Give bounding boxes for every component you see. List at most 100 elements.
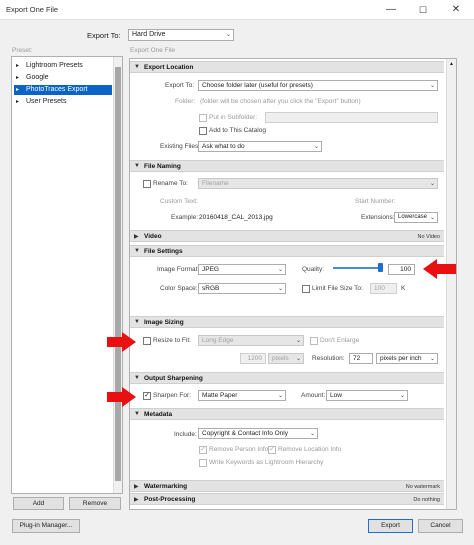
subfolder-checkbox[interactable] (199, 114, 207, 122)
minimize-icon[interactable]: — (380, 2, 402, 18)
preset-scrollbar[interactable] (113, 57, 122, 493)
top-export-to-label: Export To: (87, 31, 121, 40)
quality-input[interactable]: 100 (388, 264, 415, 275)
existing-files-label: Existing Files: (160, 143, 201, 150)
limit-size-input[interactable]: 100 (370, 283, 397, 294)
window-title: Export One File (6, 5, 59, 14)
section-file-naming[interactable]: ▼ File Naming (130, 160, 444, 172)
plugin-manager-button[interactable]: Plug-in Manager... (12, 519, 80, 533)
resize-arrow-shaft (107, 337, 123, 347)
section-video[interactable]: ▶ Video No Video (130, 230, 444, 242)
chevron-down-icon: ⌄ (399, 393, 405, 399)
add-preset-button[interactable]: Add (13, 497, 64, 510)
section-title: Export Location (144, 64, 194, 71)
amount-select[interactable]: Low ⌄ (326, 390, 408, 401)
quality-slider-fill (333, 267, 381, 269)
size-unit-value: pixels (272, 355, 289, 362)
resize-arrow-head (122, 332, 136, 352)
example-value: 20160418_CAL_2013.jpg (199, 214, 273, 221)
cancel-button[interactable]: Cancel (418, 519, 463, 533)
chevron-down-icon: ⌄ (295, 356, 301, 362)
section-output-sharpening[interactable]: ▼ Output Sharpening (130, 372, 444, 384)
section-metadata[interactable]: ▼ Metadata (130, 408, 444, 420)
top-export-to-select[interactable]: Hard Drive ⌄ (128, 29, 234, 41)
scrollbar-thumb[interactable] (115, 67, 121, 481)
resize-checkbox[interactable] (143, 337, 151, 345)
preset-item-google[interactable]: ▸ Google (14, 73, 112, 83)
settings-scrollbar[interactable]: ▲ (446, 59, 456, 509)
limit-size-unit: K (401, 285, 406, 292)
size-unit-select[interactable]: pixels ⌄ (268, 353, 304, 364)
preset-list: ▸ Lightroom Presets ▸ Google ▸ PhotoTraces … (11, 56, 123, 494)
write-keywords-checkbox[interactable] (199, 459, 207, 467)
resolution-unit-select[interactable]: pixels per inch ⌄ (376, 353, 438, 364)
image-format-select[interactable]: JPEG ⌄ (198, 264, 286, 275)
close-icon[interactable]: ✕ (445, 2, 467, 18)
section-export-location[interactable]: ▼ Export Location (130, 61, 444, 73)
folder-value: (folder will be chosen after you click t… (200, 98, 361, 105)
section-image-sizing[interactable]: ▼ Image Sizing (130, 316, 444, 328)
add-catalog-checkbox[interactable] (199, 127, 207, 135)
section-title: Watermarking (144, 483, 188, 490)
section-watermarking[interactable]: ▶ Watermarking No watermark (130, 480, 444, 492)
extensions-select[interactable]: Lowercase ⌄ (394, 212, 438, 223)
export-to-select[interactable]: Choose folder later (useful for presets)… (198, 80, 438, 91)
expand-icon: ▶ (134, 234, 139, 240)
preset-item-label: Lightroom Presets (26, 62, 83, 69)
preset-item-user[interactable]: ▸ User Presets (14, 97, 112, 107)
sharpen-arrow-head (122, 387, 136, 407)
sharpen-checkbox[interactable]: ✓ (143, 392, 151, 400)
collapse-icon: ▼ (134, 375, 140, 381)
sharpen-arrow-shaft (107, 392, 123, 402)
section-summary: No watermark (405, 483, 440, 490)
image-format-value: JPEG (202, 266, 219, 273)
sharpen-select[interactable]: Matte Paper ⌄ (198, 390, 286, 401)
remove-person-checkbox[interactable]: ✓ (199, 446, 207, 454)
chevron-down-icon: ⌄ (225, 32, 231, 38)
section-title: File Settings (144, 248, 183, 255)
resolution-input[interactable]: 72 (349, 353, 373, 364)
title-bar: Export One File — ☐ ✕ (0, 0, 474, 20)
rename-label: Rename To: (153, 180, 188, 187)
resize-label: Resize to Fit: (153, 337, 191, 344)
existing-files-select[interactable]: Ask what to do ⌄ (198, 141, 322, 152)
remove-preset-button[interactable]: Remove (69, 497, 121, 510)
scroll-up-icon[interactable]: ▲ (449, 61, 455, 67)
write-keywords-label: Write Keywords as Lightroom Hierarchy (209, 459, 324, 466)
resize-select[interactable]: Long Edge ⌄ (198, 335, 304, 346)
include-select[interactable]: Copyright & Contact Info Only ⌄ (198, 428, 318, 439)
chevron-down-icon: ⌄ (429, 83, 435, 89)
expand-icon: ▶ (134, 484, 139, 490)
collapse-icon: ▼ (134, 319, 140, 325)
section-file-settings[interactable]: ▼ File Settings (130, 245, 444, 257)
limit-size-checkbox[interactable] (302, 285, 310, 293)
chevron-down-icon: ⌄ (277, 393, 283, 399)
amount-label: Amount: (301, 392, 326, 399)
quality-slider-track[interactable] (333, 267, 381, 269)
size-input[interactable]: 1200 (240, 353, 266, 364)
expand-icon: ▸ (16, 87, 20, 93)
dont-enlarge-checkbox[interactable] (310, 337, 318, 345)
export-button[interactable]: Export (368, 519, 413, 533)
quality-arrow-head (423, 259, 437, 279)
rename-select[interactable]: Filename ⌄ (198, 178, 438, 189)
sharpen-label: Sharpen For: (153, 392, 191, 399)
quality-slider-thumb[interactable] (378, 263, 383, 272)
color-space-select[interactable]: sRGB ⌄ (198, 283, 286, 294)
include-value: Copyright & Contact Info Only (202, 430, 288, 437)
preset-item-phototraces[interactable]: ▸ PhotoTraces Export (14, 85, 112, 95)
chevron-down-icon: ⌄ (277, 267, 283, 273)
remove-location-checkbox[interactable]: ✓ (268, 446, 276, 454)
collapse-icon: ▼ (134, 64, 140, 70)
settings-panel (129, 58, 457, 510)
remove-location-label: Remove Location Info (278, 446, 342, 453)
subfolder-input[interactable] (265, 112, 438, 123)
section-post-processing[interactable]: ▶ Post-Processing Do nothing (130, 493, 444, 505)
existing-files-value: Ask what to do (202, 143, 245, 150)
preset-item-lightroom[interactable]: ▸ Lightroom Presets (14, 61, 112, 71)
color-space-value: sRGB (202, 285, 220, 292)
remove-person-label: Remove Person Info (209, 446, 269, 453)
color-space-label: Color Space: (160, 285, 198, 292)
maximize-icon[interactable]: ☐ (412, 2, 434, 18)
rename-checkbox[interactable] (143, 180, 151, 188)
